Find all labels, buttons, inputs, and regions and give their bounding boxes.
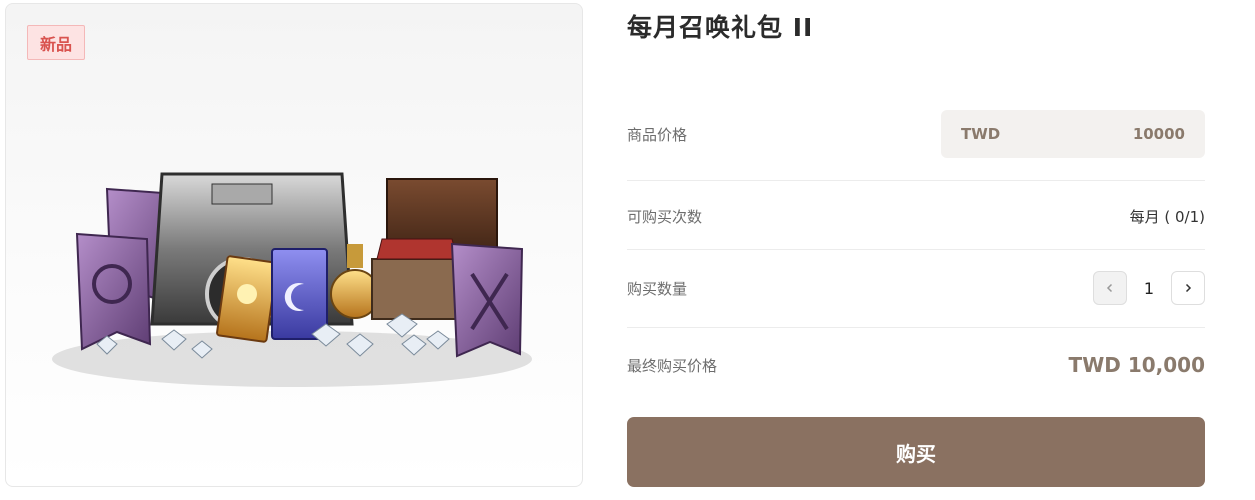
divider — [627, 327, 1205, 328]
final-price-value: TWD 10,000 — [1068, 353, 1205, 377]
chevron-left-icon — [1106, 283, 1113, 293]
quantity-label: 购买数量 — [627, 279, 688, 298]
bundle-chest-icon — [52, 172, 532, 387]
price-label: 商品价格 — [627, 125, 688, 144]
purchase-limit-value: 每月 ( 0/1) — [1129, 207, 1205, 226]
price-row: 商品价格 TWD 10000 — [627, 110, 1205, 158]
product-image-panel: 新品 — [5, 3, 583, 487]
purchase-limit-row: 可购买次数 每月 ( 0/1) — [627, 203, 1205, 229]
price-box: TWD 10000 — [941, 110, 1205, 158]
price-amount: 10000 — [1132, 125, 1185, 143]
decrement-button[interactable] — [1093, 271, 1127, 305]
product-title: 每月召唤礼包 II — [627, 13, 814, 42]
buy-button[interactable]: 购买 — [627, 417, 1205, 487]
quantity-stepper: 1 — [1093, 271, 1205, 305]
chevron-right-icon — [1185, 283, 1192, 293]
new-badge: 新品 — [27, 25, 85, 60]
purchase-limit-label: 可购买次数 — [627, 207, 703, 226]
divider — [627, 180, 1205, 181]
increment-button[interactable] — [1171, 271, 1205, 305]
final-price-row: 最终购买价格 TWD 10,000 — [627, 350, 1205, 380]
quantity-row: 购买数量 1 — [627, 271, 1205, 305]
quantity-value[interactable]: 1 — [1127, 279, 1171, 298]
final-price-label: 最终购买价格 — [627, 356, 718, 375]
divider — [627, 249, 1205, 250]
price-currency: TWD — [961, 125, 1001, 143]
